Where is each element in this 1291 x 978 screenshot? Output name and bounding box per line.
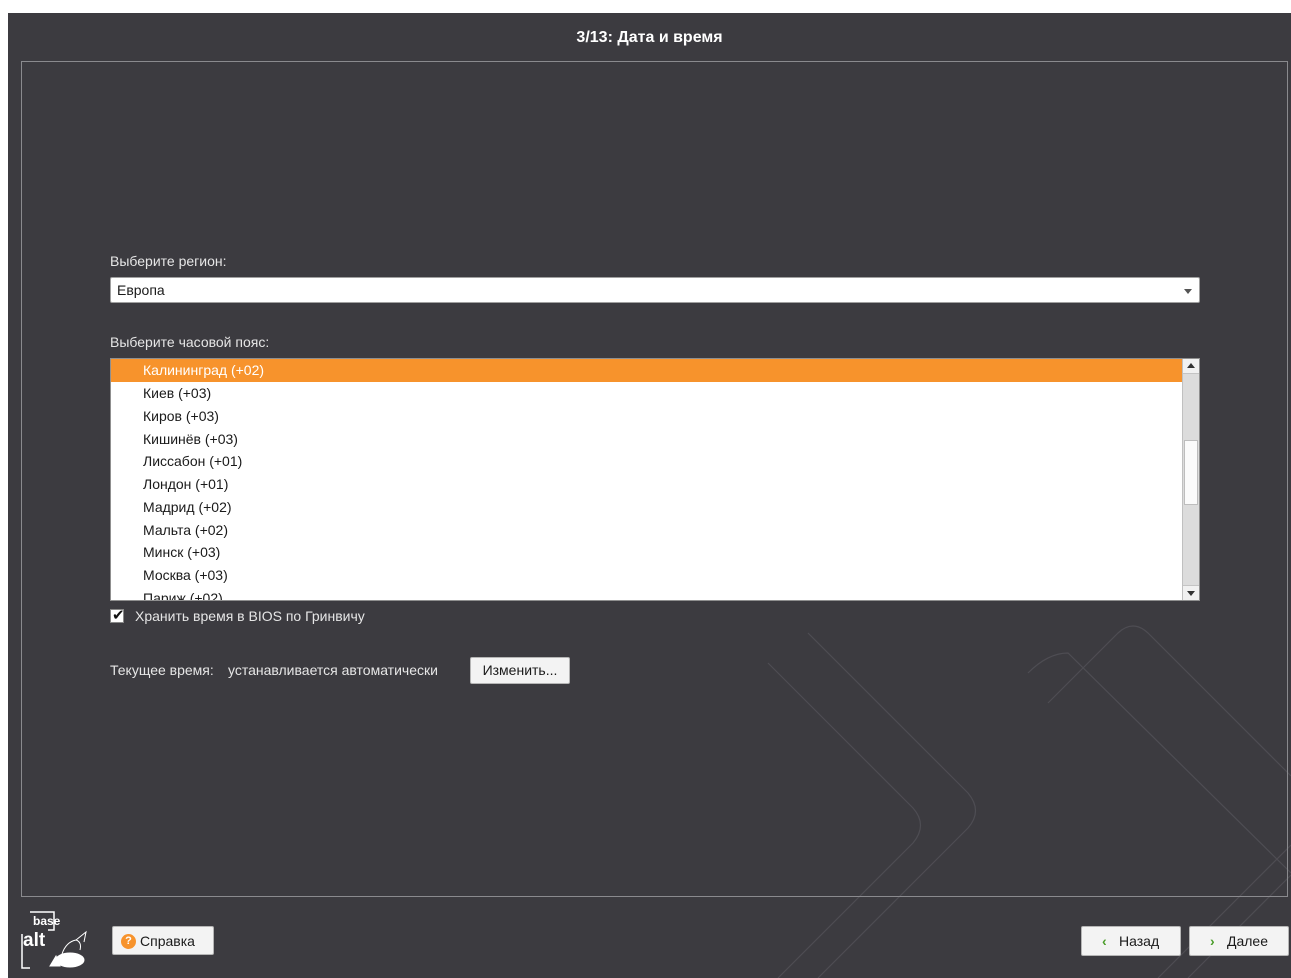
timezone-label: Выберите часовой пояс: (110, 334, 270, 350)
timezone-item[interactable]: Кишинёв (+03) (111, 428, 1183, 451)
bios-utc-checkbox[interactable]: ✔ (110, 607, 125, 624)
installer-window: 3/13: Дата и время Выберите регион: Евро… (8, 13, 1291, 978)
logo-text-base: base (33, 914, 61, 928)
timezone-item[interactable]: Мадрид (+02) (111, 496, 1183, 519)
window-title: 3/13: Дата и время (576, 29, 723, 46)
timezone-item[interactable]: Париж (+02) (111, 587, 1183, 600)
timezone-item[interactable]: Минск (+03) (111, 541, 1183, 564)
current-time-value: устанавливается автоматически (228, 662, 438, 678)
scroll-down-button[interactable] (1183, 585, 1199, 600)
next-button[interactable]: › Далее (1189, 926, 1289, 956)
chevron-left-icon: ‹ (1102, 933, 1107, 949)
timezone-item[interactable]: Мальта (+02) (111, 519, 1183, 542)
checkmark-icon: ✔ (112, 607, 125, 624)
chevron-right-icon: › (1210, 933, 1215, 949)
help-button[interactable]: ? Справка (112, 926, 214, 955)
basealt-logo: base alt (21, 911, 87, 969)
region-label: Выберите регион: (110, 253, 227, 269)
current-time-label: Текущее время: (110, 662, 214, 678)
timezone-item[interactable]: Киров (+03) (111, 405, 1183, 428)
timezone-item[interactable]: Лиссабон (+01) (111, 450, 1183, 473)
timezone-list[interactable]: Калининград (+02) Киев (+03) Киров (+03)… (110, 358, 1200, 601)
change-time-button[interactable]: Изменить... (470, 657, 570, 684)
timezone-item[interactable]: Лондон (+01) (111, 473, 1183, 496)
scroll-thumb[interactable] (1184, 440, 1198, 505)
arrow-down-icon (1187, 591, 1195, 596)
next-button-label: Далее (1227, 933, 1269, 949)
scroll-up-button[interactable] (1183, 359, 1199, 374)
arrow-up-icon (1187, 363, 1195, 368)
back-button-label: Назад (1119, 933, 1160, 949)
timezone-item[interactable]: Москва (+03) (111, 564, 1183, 587)
region-select[interactable]: Европа (110, 277, 1200, 303)
region-select-value: Европа (117, 282, 165, 298)
timezone-scrollbar[interactable] (1182, 359, 1199, 600)
bios-utc-label[interactable]: Хранить время в BIOS по Гринвичу (135, 608, 365, 624)
timezone-item[interactable]: Киев (+03) (111, 382, 1183, 405)
help-icon: ? (121, 934, 136, 949)
timezone-item[interactable]: Калининград (+02) (111, 359, 1183, 382)
help-button-label: Справка (140, 933, 195, 949)
back-button[interactable]: ‹ Назад (1081, 926, 1181, 956)
chevron-down-icon (1184, 289, 1192, 294)
logo-text-alt: alt (23, 930, 46, 951)
